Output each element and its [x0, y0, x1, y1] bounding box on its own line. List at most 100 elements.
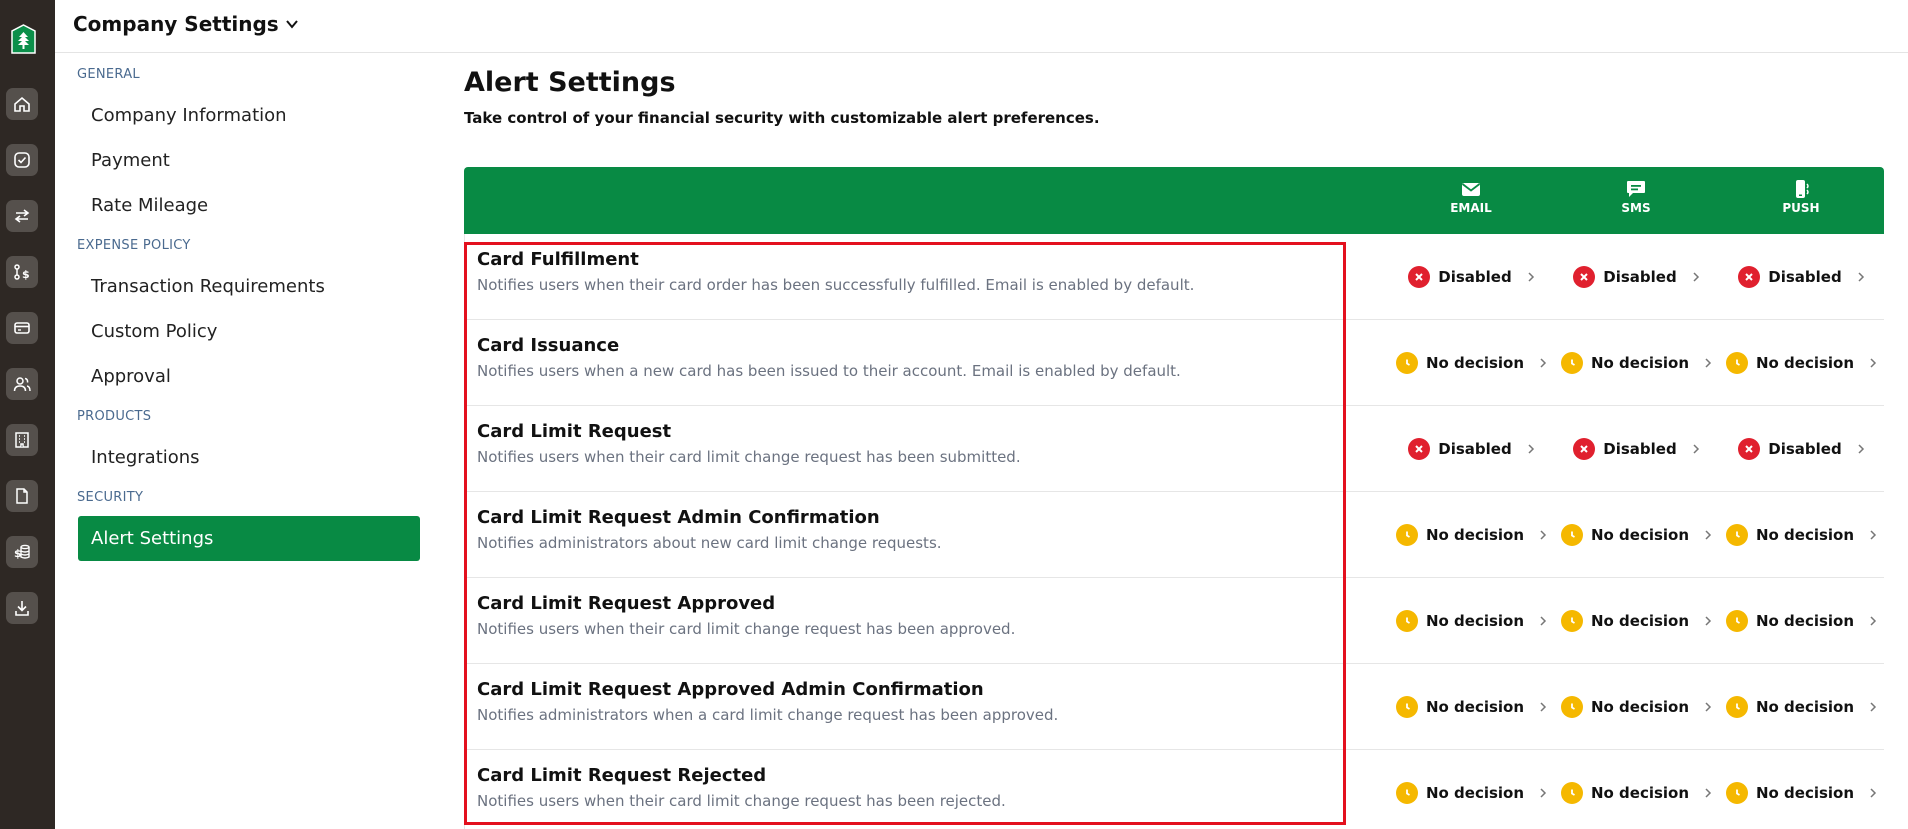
status-label: Disabled — [1438, 440, 1512, 458]
pending-status-icon — [1725, 610, 1748, 632]
sms-icon — [1627, 181, 1645, 197]
chevron-right-icon — [1705, 788, 1712, 798]
rail-button-card[interactable] — [6, 312, 38, 344]
channel-label-push: PUSH — [1782, 201, 1820, 215]
pending-status-icon — [1395, 610, 1418, 632]
settings-nav: GENERAL Company Information Payment Rate… — [55, 53, 435, 829]
nav-item-custom-policy[interactable]: Custom Policy — [78, 309, 420, 354]
chevron-right-icon — [1693, 272, 1699, 282]
status-sms-button[interactable]: No decision — [1557, 664, 1717, 750]
channel-header-sms: SMS — [1576, 180, 1696, 215]
status-email-button[interactable]: Disabled — [1392, 234, 1552, 320]
status-email-button[interactable]: No decision — [1392, 664, 1552, 750]
status-email-button[interactable]: Disabled — [1392, 406, 1552, 492]
alert-title: Card Issuance — [477, 335, 620, 356]
clock-icon — [1406, 617, 1410, 624]
status-email-button[interactable]: No decision — [1392, 750, 1552, 829]
nav-item-alert-settings[interactable]: Alert Settings — [78, 516, 420, 561]
status-push-button[interactable]: No decision — [1722, 578, 1882, 664]
status-label: No decision — [1425, 354, 1525, 372]
rail-button-users[interactable] — [6, 368, 38, 400]
rail-button-route-dollar[interactable]: $ — [6, 256, 38, 288]
status-label: No decision — [1755, 784, 1855, 802]
pending-status-icon — [1725, 696, 1748, 718]
status-label: Disabled — [1768, 440, 1842, 458]
channel-header-push: PUSH — [1741, 180, 1861, 215]
status-sms-button[interactable]: No decision — [1557, 320, 1717, 406]
status-sms-button[interactable]: Disabled — [1557, 406, 1717, 492]
channel-label-email: EMAIL — [1450, 201, 1492, 215]
nav-item-integrations[interactable]: Integrations — [78, 435, 420, 480]
rail-button-transfer-arrows[interactable] — [6, 200, 38, 232]
chevron-right-icon — [1528, 272, 1534, 282]
disabled-status-icon — [1408, 438, 1431, 460]
status-email-button[interactable]: No decision — [1392, 492, 1552, 578]
chevron-right-icon — [1870, 788, 1877, 798]
alert-title: Card Limit Request Approved Admin Confir… — [477, 679, 984, 700]
pending-status-icon — [1395, 524, 1418, 546]
nav-section-general: GENERAL — [77, 67, 140, 82]
users-icon — [13, 377, 31, 392]
table-row: Card Limit Request Approved Notifies user… — [464, 578, 1884, 664]
disabled-status-icon — [1738, 266, 1761, 288]
status-push-button[interactable]: Disabled — [1722, 234, 1882, 320]
clock-icon — [1406, 789, 1410, 796]
status-sms-button[interactable]: Disabled — [1557, 234, 1717, 320]
status-email-button[interactable]: No decision — [1392, 578, 1552, 664]
status-sms-button[interactable]: No decision — [1557, 578, 1717, 664]
rail-button-building[interactable] — [6, 424, 38, 456]
table-row: Card Limit Request Rejected Notifies user… — [464, 750, 1884, 829]
chevron-right-icon — [1540, 358, 1547, 368]
company-logo-icon[interactable] — [11, 24, 36, 55]
nav-item-payment[interactable]: Payment — [78, 138, 420, 183]
status-sms-button[interactable]: No decision — [1557, 492, 1717, 578]
status-push-button[interactable]: No decision — [1722, 320, 1882, 406]
rail-button-dollar-coins[interactable]: $ — [6, 536, 38, 568]
status-push-button[interactable]: No decision — [1722, 664, 1882, 750]
chevron-right-icon — [1540, 616, 1547, 626]
status-label: No decision — [1590, 354, 1690, 372]
chevron-right-icon — [1870, 358, 1877, 368]
alert-description: Notifies administrators when a card limi… — [477, 706, 1059, 724]
alert-description: Notifies administrators about new card l… — [477, 534, 942, 552]
disabled-status-icon — [1738, 438, 1761, 460]
status-push-button[interactable]: No decision — [1722, 750, 1882, 829]
table-row: Card Issuance Notifies users when a new c… — [464, 320, 1884, 406]
download-icon — [15, 601, 29, 616]
status-label: No decision — [1590, 784, 1690, 802]
alert-title: Card Limit Request Rejected — [477, 765, 767, 786]
status-label: No decision — [1425, 698, 1525, 716]
rail-button-check-circle[interactable] — [6, 144, 38, 176]
clock-icon — [1736, 359, 1740, 366]
x-icon — [1415, 273, 1423, 281]
clock-icon — [1406, 703, 1410, 710]
disabled-status-icon — [1573, 266, 1596, 288]
pending-status-icon — [1395, 352, 1418, 374]
check-circle-icon — [14, 152, 30, 168]
status-sms-button[interactable]: No decision — [1557, 750, 1717, 829]
clock-icon — [1571, 359, 1575, 366]
page-title: Alert Settings — [464, 67, 676, 98]
nav-item-transaction-requirements[interactable]: Transaction Requirements — [78, 264, 420, 309]
status-push-button[interactable]: Disabled — [1722, 406, 1882, 492]
clock-icon — [1736, 789, 1740, 796]
nav-item-company-information[interactable]: Company Information — [78, 93, 420, 138]
alert-settings-table: EMAIL SMS PUSH Card Fulfillment Notifies … — [464, 167, 1884, 829]
table-row: Card Fulfillment Notifies users when thei… — [464, 234, 1884, 320]
chevron-right-icon — [1540, 530, 1547, 540]
rail-button-download[interactable] — [6, 592, 38, 624]
chevron-right-icon — [1693, 444, 1699, 454]
company-switcher[interactable]: Company Settings — [73, 12, 299, 36]
status-push-button[interactable]: No decision — [1722, 492, 1882, 578]
alert-title: Card Limit Request Approved — [477, 593, 776, 614]
status-label: No decision — [1425, 612, 1525, 630]
rail-button-receipt[interactable] — [6, 480, 38, 512]
nav-item-approval[interactable]: Approval — [78, 354, 420, 399]
push-phone-icon — [1796, 180, 1809, 198]
status-email-button[interactable]: No decision — [1392, 320, 1552, 406]
nav-item-rate-mileage[interactable]: Rate Mileage — [78, 183, 420, 228]
status-label: No decision — [1755, 526, 1855, 544]
rail-button-home[interactable] — [6, 88, 38, 120]
alert-description: Notifies users when their card limit cha… — [477, 448, 1021, 466]
svg-text:$: $ — [22, 268, 30, 281]
